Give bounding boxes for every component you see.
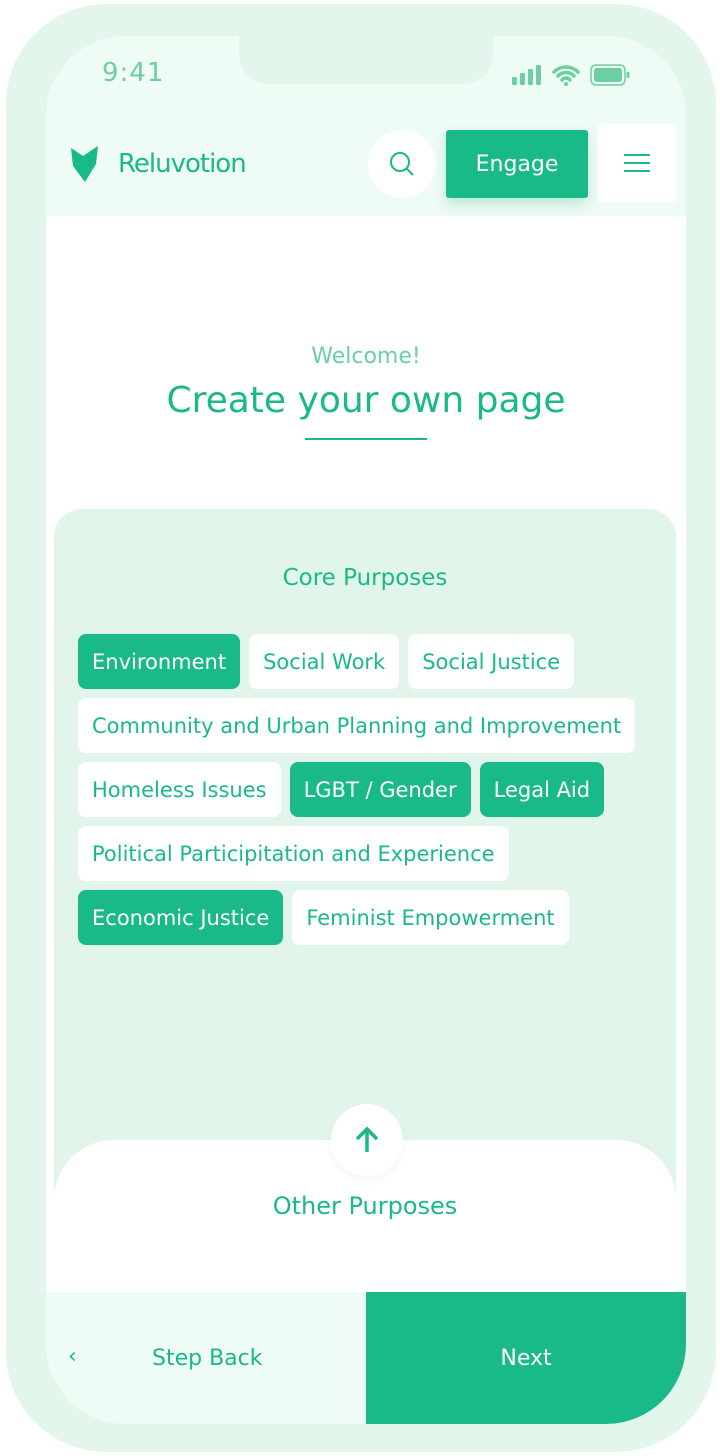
tag-feminist-empowerment[interactable]: Feminist Empowerment: [292, 890, 569, 945]
other-purposes-title: Other Purposes: [272, 1192, 458, 1220]
search-button[interactable]: [368, 130, 436, 198]
engage-button[interactable]: Engage: [446, 130, 588, 198]
tag-legal-aid[interactable]: Legal Aid: [479, 762, 605, 817]
screen: 9:41 Reluvotion Engage Welcome! Create y…: [46, 36, 686, 1424]
tag-social-work[interactable]: Social Work: [249, 634, 400, 689]
title-underline: [305, 438, 427, 440]
battery-icon: [590, 64, 630, 86]
heart-logo-icon: [71, 146, 98, 182]
status-time: 9:41: [102, 58, 165, 88]
tag-political-participitation-and-experience[interactable]: Political Participitation and Experience: [78, 826, 509, 881]
step-back-button[interactable]: ‹ Step Back: [46, 1292, 366, 1424]
notch: [239, 36, 493, 84]
tag-lgbt-gender[interactable]: LGBT / Gender: [289, 762, 471, 817]
menu-button[interactable]: [598, 124, 676, 202]
logo[interactable]: Reluvotion: [70, 146, 247, 182]
step-back-label: Step Back: [152, 1346, 263, 1371]
tag-list: Environment Social Work Social Justice Comm…: [78, 634, 658, 945]
hamburger-icon: [624, 154, 650, 172]
chevron-left-icon: ‹: [68, 1344, 77, 1369]
expand-button[interactable]: [331, 1104, 403, 1176]
next-button[interactable]: Next: [366, 1292, 686, 1424]
tag-community-and-urban-planning-and-improvement[interactable]: Community and Urban Planning and Improve…: [78, 698, 636, 753]
tag-social-justice[interactable]: Social Justice: [408, 634, 575, 689]
arrow-up-icon: [355, 1126, 379, 1152]
brand-name: Reluvotion: [118, 149, 247, 179]
tag-environment[interactable]: Environment: [78, 634, 241, 689]
core-purposes-title: Core Purposes: [282, 565, 448, 591]
tag-homeless-issues[interactable]: Homeless Issues: [78, 762, 281, 817]
welcome-text: Welcome!: [311, 344, 421, 369]
signal-icon: [512, 65, 541, 85]
search-icon: [390, 152, 414, 176]
status-icons: [512, 64, 630, 86]
phone-frame: 9:41 Reluvotion Engage Welcome! Create y…: [6, 4, 716, 1452]
page-title: Create your own page: [166, 380, 566, 421]
wifi-icon: [552, 65, 580, 86]
tag-economic-justice[interactable]: Economic Justice: [78, 890, 284, 945]
